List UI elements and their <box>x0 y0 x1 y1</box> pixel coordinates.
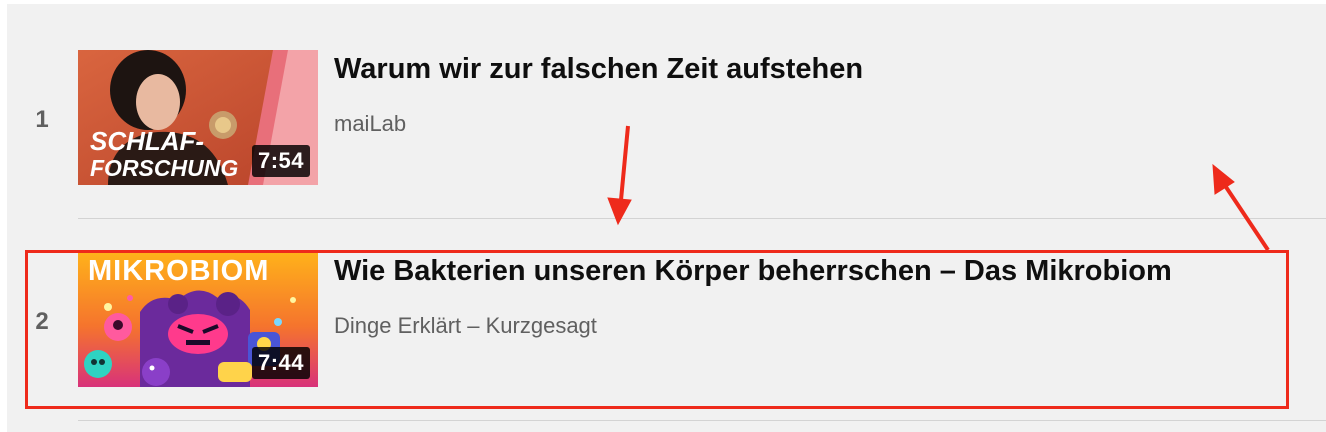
down-arrow <box>607 125 632 226</box>
annotation-arrows <box>607 125 1270 252</box>
diagonal-arrow <box>1212 163 1270 252</box>
